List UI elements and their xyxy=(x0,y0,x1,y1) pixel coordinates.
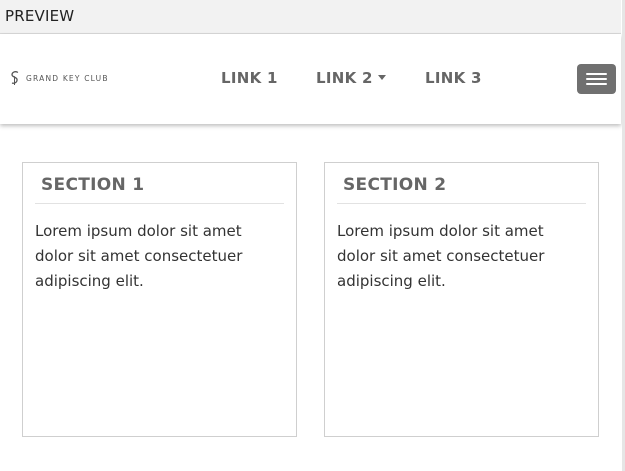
navbar: GRAND KEY CLUB LINK 1 LINK 2 LINK 3 xyxy=(0,34,621,124)
section-divider xyxy=(35,203,284,204)
brand-logo-icon xyxy=(10,70,21,86)
nav-link-1[interactable]: LINK 1 xyxy=(221,69,278,87)
section-card-2: SECTION 2 Lorem ipsum dolor sit amet dol… xyxy=(324,162,599,437)
brand-name: GRAND KEY CLUB xyxy=(26,73,109,83)
section-divider xyxy=(337,203,586,204)
caret-down-icon xyxy=(377,75,386,80)
nav-link-2-label: LINK 2 xyxy=(316,69,373,87)
preview-frame: PREVIEW GRAND KEY CLUB LINK 1 LINK 2 LIN… xyxy=(0,0,625,471)
brand-logo[interactable]: GRAND KEY CLUB xyxy=(10,70,109,86)
hamburger-menu-button[interactable] xyxy=(577,64,616,94)
preview-label: PREVIEW xyxy=(5,7,75,25)
section-title: SECTION 1 xyxy=(41,175,145,195)
section-body: Lorem ipsum dolor sit amet dolor sit ame… xyxy=(35,222,243,290)
section-body: Lorem ipsum dolor sit amet dolor sit ame… xyxy=(337,222,545,290)
nav-link-2-dropdown[interactable]: LINK 2 xyxy=(316,69,386,87)
nav-link-3[interactable]: LINK 3 xyxy=(425,69,482,87)
section-title: SECTION 2 xyxy=(343,175,447,195)
preview-header: PREVIEW xyxy=(0,0,621,34)
section-card-1: SECTION 1 Lorem ipsum dolor sit amet dol… xyxy=(22,162,297,437)
